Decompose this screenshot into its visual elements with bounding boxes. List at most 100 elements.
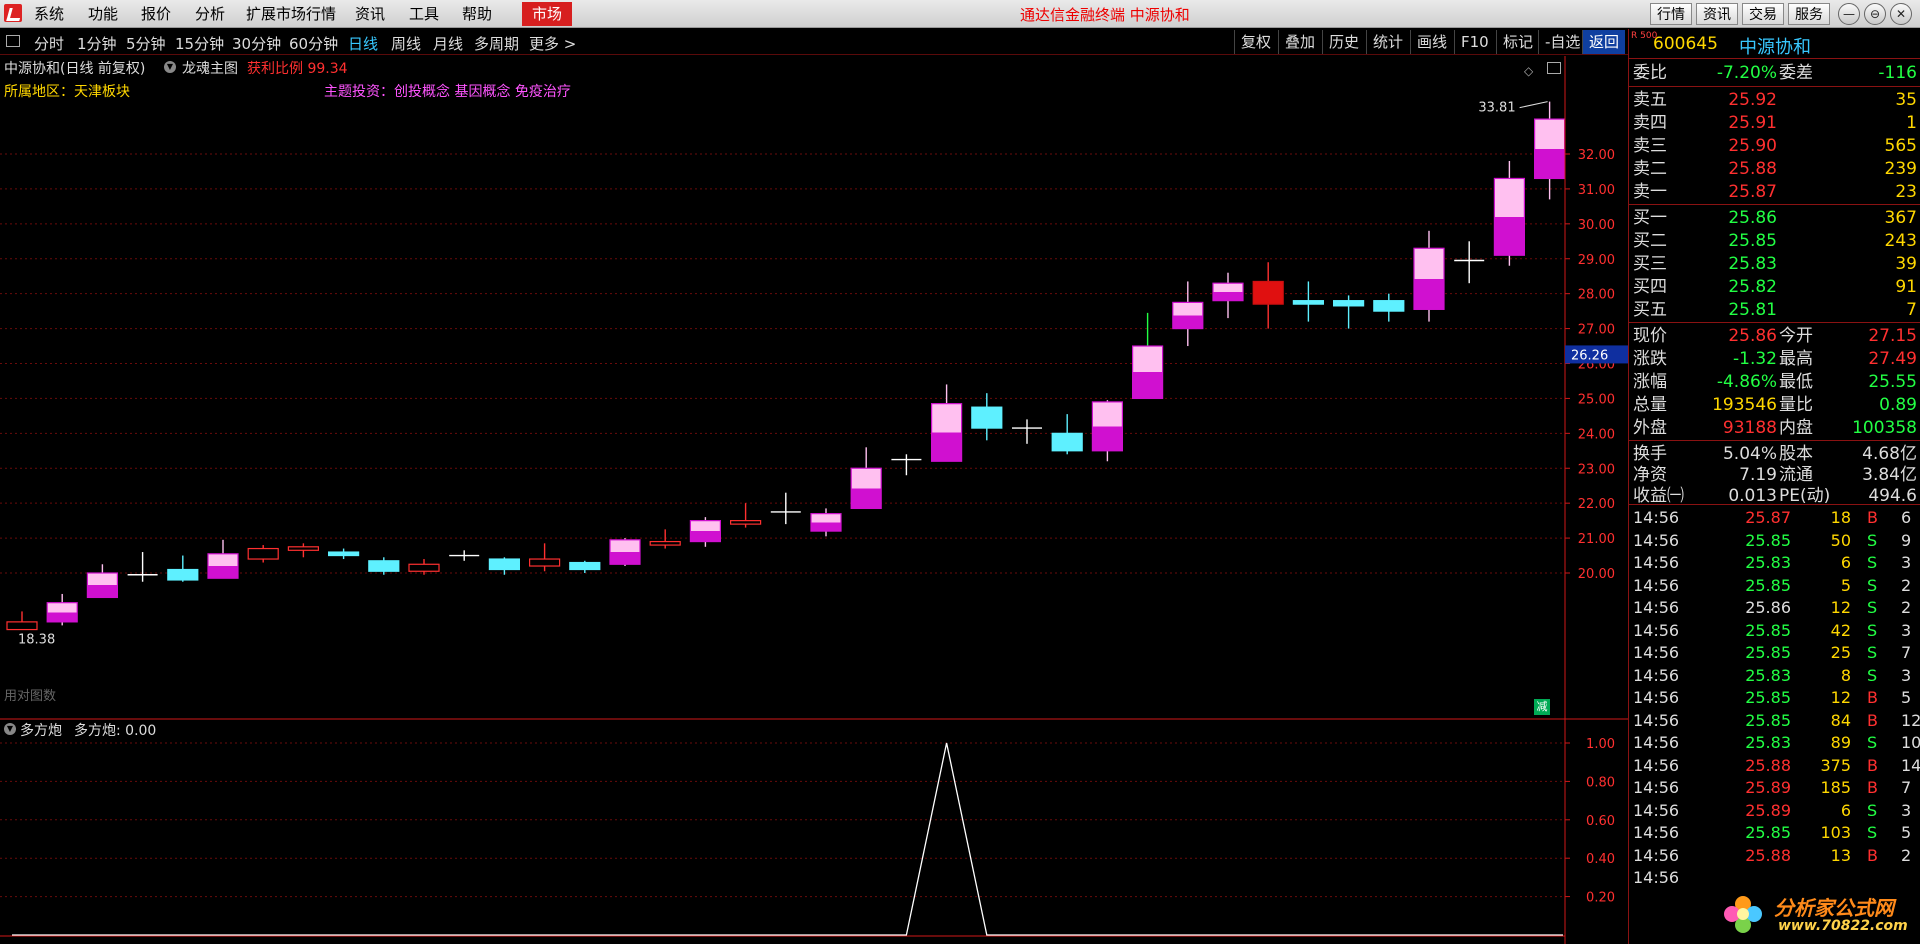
tick-row[interactable]: 14:56 25.86 12 S 2 [1633, 597, 1920, 619]
sub-indicator-name[interactable]: 多方炮 [20, 720, 62, 740]
buy-level-price: 25.86 [1728, 208, 1777, 228]
top-button-news[interactable]: 资讯 [1696, 3, 1738, 25]
toolbar-adjust[interactable]: 复权 [1234, 30, 1277, 54]
menu-extended-market[interactable]: 扩展市场行情 [246, 4, 336, 24]
menu-help[interactable]: 帮助 [462, 4, 492, 24]
finance-value-2: 3.84亿 [1862, 465, 1917, 485]
tick-row[interactable]: 14:56 25.88 375 B 14 [1633, 755, 1920, 777]
sell-level-row: 卖四 25.91 1 [1633, 112, 1917, 134]
period-1min[interactable]: 1分钟 [77, 33, 117, 54]
menu-news[interactable]: 资讯 [355, 4, 385, 24]
tick-volume: 18 [1830, 508, 1851, 527]
restore-icon[interactable]: ⊖ [1864, 3, 1886, 25]
tick-row[interactable]: 14:56 25.85 84 B 12 [1633, 710, 1920, 732]
tick-row[interactable]: 14:56 25.83 8 S 3 [1633, 665, 1920, 687]
toolbar-back[interactable]: 返回 [1582, 30, 1626, 54]
menu-function[interactable]: 功能 [88, 4, 118, 24]
stock-name[interactable]: 中源协和 [1739, 33, 1811, 59]
tick-row[interactable]: 14:56 25.85 42 S 3 [1633, 620, 1920, 642]
period-30min[interactable]: 30分钟 [232, 33, 281, 54]
period-monthly[interactable]: 月线 [433, 33, 463, 54]
stat-value-2: 25.55 [1868, 372, 1917, 392]
toolbar-history[interactable]: 历史 [1322, 30, 1365, 54]
top-button-trade[interactable]: 交易 [1742, 3, 1784, 25]
buy-level-label: 买四 [1633, 277, 1667, 297]
period-more[interactable]: 更多 > [529, 33, 576, 54]
kline-chart[interactable]: 20.0021.0022.0023.0024.0025.0026.0027.00… [0, 56, 1628, 944]
toolbar-mark[interactable]: 标记 [1496, 30, 1539, 54]
tick-row[interactable]: 14:56 25.89 6 S 3 [1633, 800, 1920, 822]
finance-label: 换手 [1633, 444, 1667, 464]
pin-icon[interactable]: ◇ [1524, 64, 1533, 78]
period-tick[interactable]: 分时 [34, 33, 64, 54]
candle-body [207, 553, 239, 579]
toolbar-f10[interactable]: F10 [1454, 30, 1495, 54]
period-daily[interactable]: 日线 [348, 33, 378, 54]
menu-system[interactable]: 系统 [34, 4, 64, 24]
minimize-icon[interactable]: — [1838, 3, 1860, 25]
period-15min[interactable]: 15分钟 [175, 33, 224, 54]
main-chart-grid [0, 153, 1628, 720]
tick-row[interactable]: 14:56 25.85 103 S 5 [1633, 822, 1920, 844]
tick-direction: S [1867, 643, 1878, 662]
tick-row[interactable]: 14:56 25.83 6 S 3 [1633, 552, 1920, 574]
sub-indicator-series [12, 742, 1563, 936]
tick-time: 14:56 [1633, 845, 1680, 865]
app-logo-icon [4, 4, 22, 22]
toolbar-remove-watchlist[interactable]: -自选 [1538, 30, 1586, 54]
tick-row[interactable]: 14:56 25.87 18 B 6 [1633, 507, 1920, 529]
buy-level-row: 买二 25.85 243 [1633, 230, 1917, 252]
candle [930, 384, 963, 462]
tick-row[interactable]: 14:56 25.85 12 B 5 [1633, 687, 1920, 709]
menu-quote[interactable]: 报价 [141, 4, 171, 24]
tick-row[interactable]: 14:56 25.89 185 B 7 [1633, 777, 1920, 799]
buy-level-price: 25.85 [1728, 231, 1777, 251]
toolbar-statistics[interactable]: 统计 [1366, 30, 1409, 54]
candlestick-series [6, 101, 1566, 631]
tick-volume: 84 [1830, 710, 1851, 730]
period-60min[interactable]: 60分钟 [289, 33, 338, 54]
period-weekly[interactable]: 周线 [391, 33, 421, 54]
quote-panel: R 500 600645 中源协和 委比 -7.20% 委差 -116 卖五 25… [1628, 29, 1920, 944]
market-button[interactable]: 市场 [522, 2, 572, 26]
reduce-button[interactable]: 减 [1534, 699, 1550, 715]
stat-label: 涨幅 [1633, 372, 1667, 392]
tick-row[interactable]: 14:56 25.88 13 B 2 [1633, 845, 1920, 867]
tick-count: 2 [1901, 845, 1912, 865]
toolbar-overlay[interactable]: 叠加 [1278, 30, 1321, 54]
finance-row: 净资 7.19 流通 3.84亿 [1633, 464, 1917, 486]
tick-row[interactable]: 14:56 25.85 25 S 7 [1633, 642, 1920, 664]
sell-level-qty: 1 [1906, 113, 1917, 133]
tick-row[interactable]: 14:56 25.85 5 S 2 [1633, 575, 1920, 597]
tick-row[interactable]: 14:56 25.85 50 S 9 [1633, 530, 1920, 552]
finance-label: 净资 [1633, 465, 1667, 485]
candle-body [1533, 118, 1566, 180]
tick-price: 25.87 [1745, 508, 1791, 527]
close-icon[interactable]: ✕ [1890, 3, 1912, 25]
maximize-icon[interactable] [1547, 62, 1561, 74]
period-5min[interactable]: 5分钟 [126, 33, 166, 54]
low-marker-label: 18.38 [18, 633, 55, 648]
sub-indicator-dropdown-icon[interactable]: ▼ [4, 723, 16, 735]
candle-body [609, 539, 641, 565]
tick-row[interactable]: 14:56 25.83 89 S 10 [1633, 732, 1920, 754]
candle [1012, 419, 1042, 444]
top-button-service[interactable]: 服务 [1788, 3, 1830, 25]
menu-analysis[interactable]: 分析 [195, 4, 225, 24]
main-indicator-name[interactable]: 龙魂主图 [182, 58, 238, 78]
tick-direction: S [1867, 530, 1878, 550]
period-multi[interactable]: 多周期 [474, 33, 519, 54]
tick-time: 14:56 [1633, 575, 1680, 595]
sell-level-qty: 23 [1895, 182, 1917, 202]
indicator-dropdown-icon[interactable]: ▼ [164, 61, 176, 73]
tick-price: 25.89 [1745, 800, 1791, 820]
sell-level-price: 25.87 [1728, 182, 1777, 202]
candle-body [971, 406, 1003, 429]
stat-label: 现价 [1633, 326, 1667, 346]
toggle-panel-icon[interactable] [6, 35, 20, 47]
toolbar-draw[interactable]: 画线 [1410, 30, 1453, 54]
finance-value: 5.04% [1722, 444, 1777, 464]
top-button-quote[interactable]: 行情 [1650, 3, 1692, 25]
tick-volume: 50 [1830, 530, 1851, 550]
menu-tools[interactable]: 工具 [409, 4, 439, 24]
